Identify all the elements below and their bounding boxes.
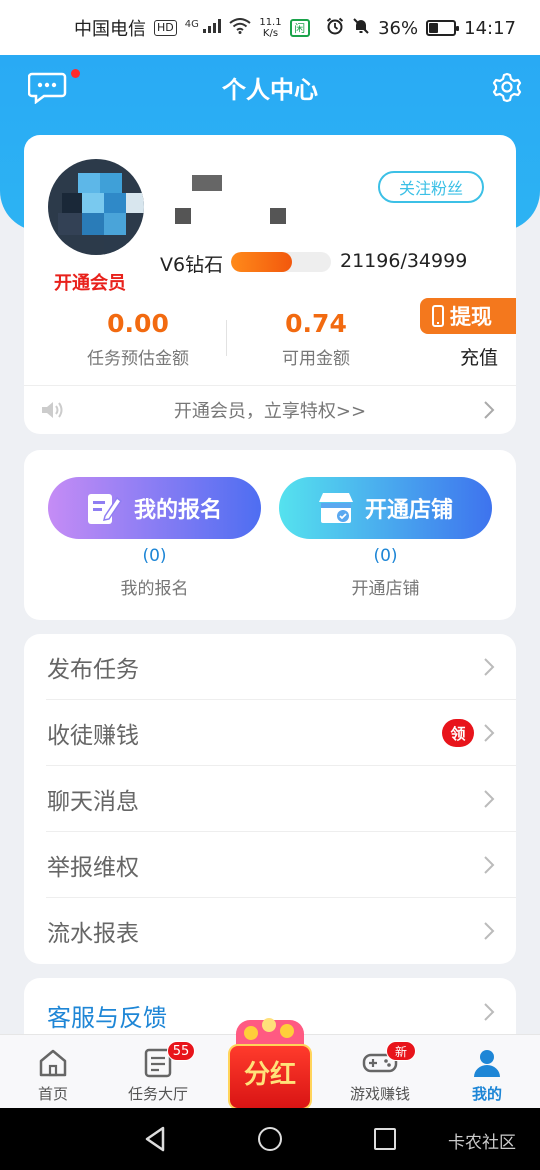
username-redacted-2 — [175, 208, 191, 224]
follow-fans-button[interactable]: 关注粉丝 — [378, 171, 484, 203]
open-shop-label: 开通店铺 — [365, 498, 454, 523]
nav-mine-label: 我的 — [471, 1085, 502, 1103]
home-icon — [39, 1049, 67, 1077]
open-shop-count: (0) — [373, 546, 398, 566]
hd-icon: HD — [154, 20, 177, 36]
menu-item-label: 发布任务 — [47, 657, 139, 683]
nav-game-earn-label: 游戏赚钱 — [349, 1085, 410, 1103]
back-icon[interactable] — [143, 1126, 167, 1152]
task-hall-badge: 55 — [167, 1041, 195, 1061]
nav-game-earn[interactable]: 游戏赚钱 新 — [330, 1035, 430, 1109]
nav-task-hall-label: 任务大厅 — [127, 1085, 188, 1103]
username-redacted-3 — [270, 208, 286, 224]
coin-decoration — [262, 1018, 276, 1032]
my-signup-label: 我的报名 — [134, 498, 223, 523]
shop-icon — [317, 490, 353, 526]
open-shop-button[interactable]: 开通店铺 — [279, 477, 492, 539]
chevron-right-icon — [482, 789, 496, 809]
menu-item-recruit-earn[interactable]: 收徒赚钱 领 — [24, 700, 516, 766]
coin-decoration — [244, 1026, 258, 1040]
menu-item-label: 流水报表 — [47, 921, 139, 947]
edit-form-icon — [86, 490, 123, 526]
my-signup-sublabel: 我的报名 — [120, 579, 189, 599]
speaker-icon — [41, 400, 65, 420]
dividend-button[interactable]: 分红 — [222, 1014, 318, 1110]
phone-icon — [432, 305, 444, 327]
menu-list: 发布任务 收徒赚钱 领 聊天消息 举报维权 流水报表 — [24, 634, 516, 964]
amount-divider — [226, 320, 227, 356]
app-notification-icon: 闲 — [289, 19, 310, 37]
withdraw-button[interactable]: 提现 — [420, 298, 516, 334]
chevron-right-icon — [482, 657, 496, 677]
status-right: 36% 14:17 — [326, 17, 516, 40]
my-signup-count: (0) — [142, 546, 167, 566]
recharge-button[interactable]: 充值 — [460, 343, 498, 370]
announcement-text: 开通会员，立享特权>> — [173, 401, 367, 422]
claim-badge: 领 — [442, 719, 474, 747]
available-amount-block[interactable]: 0.74 可用金额 — [254, 309, 378, 369]
chevron-right-icon — [482, 855, 496, 875]
level-progress-fill — [231, 252, 292, 272]
open-shop-sublabel: 开通店铺 — [351, 579, 420, 599]
menu-item-publish-task[interactable]: 发布任务 — [24, 634, 516, 700]
nav-task-hall[interactable]: 任务大厅 55 — [108, 1035, 208, 1109]
home-circle-icon[interactable] — [258, 1127, 282, 1151]
status-bar: 中国电信 HD 4G 11.1 K/s 闲 36% 14:17 — [0, 0, 540, 56]
withdraw-label: 提现 — [450, 305, 492, 329]
recent-apps-icon[interactable] — [374, 1128, 396, 1150]
chevron-right-icon — [482, 723, 496, 743]
battery-fill — [429, 23, 439, 33]
task-amount-value: 0.00 — [107, 309, 169, 338]
system-nav-bar: 卡农社区 — [0, 1108, 540, 1170]
open-vip-link[interactable]: 开通会员 — [54, 269, 126, 295]
settings-gear-icon[interactable] — [491, 71, 523, 103]
level-progress-bar — [231, 252, 331, 272]
avatar[interactable] — [48, 159, 144, 255]
menu-item-flow-report[interactable]: 流水报表 — [24, 898, 516, 964]
menu-item-label: 聊天消息 — [47, 789, 139, 815]
battery-icon — [426, 20, 460, 36]
menu-item-chat-messages[interactable]: 聊天消息 — [24, 766, 516, 832]
menu-item-label: 收徒赚钱 — [47, 723, 139, 749]
menu-item-report-rights[interactable]: 举报维权 — [24, 832, 516, 898]
nav-home[interactable]: 首页 — [3, 1035, 103, 1109]
level-progress-text: 21196/34999 — [340, 250, 468, 272]
task-amount-block[interactable]: 0.00 任务预估金额 — [76, 309, 200, 369]
coin-decoration — [280, 1024, 294, 1038]
my-signup-button[interactable]: 我的报名 — [48, 477, 261, 539]
clock: 14:17 — [464, 17, 516, 39]
chevron-right-icon — [482, 1002, 496, 1022]
battery-percent: 36% — [378, 17, 419, 39]
signup-card: 我的报名 开通店铺 (0) 我的报名 (0) 开通店铺 — [24, 450, 516, 620]
carrier-name: 中国电信 — [74, 19, 146, 40]
available-amount-label: 可用金额 — [282, 349, 350, 369]
level-label: V6钻石 — [160, 254, 224, 276]
service-feedback-label: 客服与反馈 — [47, 1004, 167, 1032]
message-icon[interactable] — [27, 72, 68, 105]
chevron-right-icon — [482, 400, 496, 420]
page-title: 个人中心 — [222, 76, 318, 104]
available-amount-value: 0.74 — [285, 309, 347, 338]
chevron-right-icon — [482, 921, 496, 941]
wifi-icon — [229, 18, 251, 38]
net-speed: 11.1 K/s — [259, 17, 281, 39]
dividend-label: 分红 — [243, 1060, 296, 1090]
task-amount-label: 任务预估金额 — [87, 349, 189, 369]
user-icon — [474, 1050, 500, 1077]
net-speed-unit: K/s — [262, 28, 279, 39]
network-signal-icon: 4G — [185, 19, 222, 37]
username-redacted — [192, 175, 222, 191]
mute-icon — [352, 17, 370, 40]
profile-card: 开通会员 关注粉丝 V6钻石 21196/34999 0.00 任务预估金额 0… — [24, 135, 516, 434]
nav-home-label: 首页 — [37, 1085, 68, 1103]
game-new-badge: 新 — [386, 1041, 416, 1061]
menu-item-label: 举报维权 — [47, 855, 139, 881]
alarm-icon — [326, 17, 344, 40]
message-unread-dot — [71, 69, 80, 78]
status-left: 中国电信 HD 4G 11.1 K/s 闲 — [74, 15, 310, 41]
watermark-brand: 卡农社区 — [448, 1133, 516, 1153]
vip-announcement[interactable]: 开通会员，立享特权>> — [24, 386, 516, 434]
nav-mine[interactable]: 我的 — [437, 1035, 537, 1109]
net-speed-value: 11.1 — [259, 17, 282, 28]
